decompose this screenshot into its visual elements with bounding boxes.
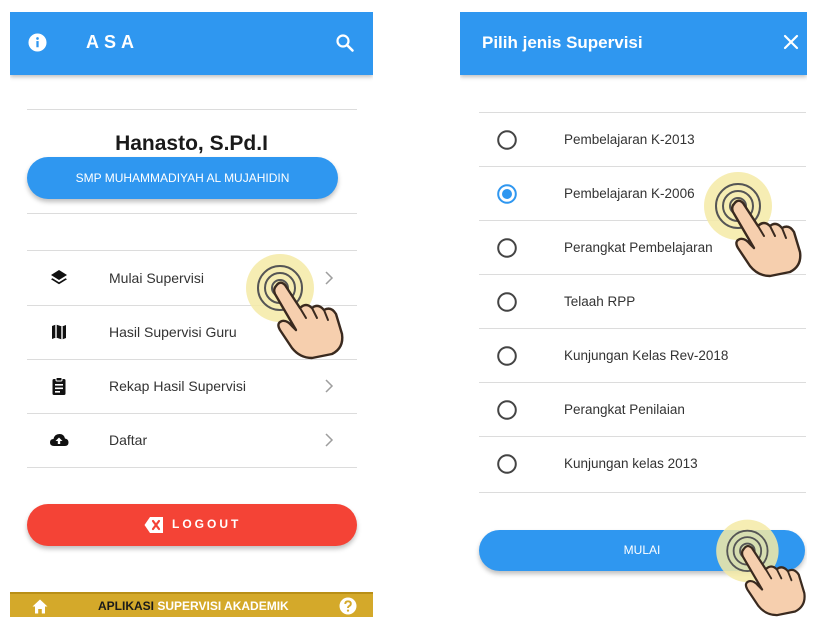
- footer-part2: SUPERVISI AKADEMIK: [157, 599, 289, 613]
- app-bar: ASA: [10, 12, 373, 75]
- backspace-x-icon: [144, 517, 163, 533]
- logout-button[interactable]: LOGOUT: [27, 504, 357, 546]
- menu-item-label: Rekap Hasil Supervisi: [109, 378, 246, 394]
- dialog-title: Pilih jenis Supervisi: [482, 33, 643, 52]
- radio-unselected-icon[interactable]: [497, 292, 517, 312]
- radio-option-label: Perangkat Penilaian: [564, 402, 685, 417]
- divider: [479, 492, 806, 493]
- footer-part1: APLIKASI: [98, 599, 155, 613]
- radio-option-label: Telaah RPP: [564, 294, 636, 309]
- search-icon[interactable]: [335, 33, 355, 53]
- chevron-right-icon: [325, 433, 334, 447]
- school-button[interactable]: SMP MUHAMMADIYAH AL MUJAHIDIN: [27, 157, 338, 199]
- close-icon[interactable]: [783, 34, 799, 50]
- home-icon[interactable]: [32, 599, 48, 614]
- cloud-upload-icon: [50, 434, 69, 446]
- radio-option-label: Pembelajaran K-2013: [564, 132, 695, 147]
- footer-text: APLIKASI SUPERVISI AKADEMIK: [98, 599, 289, 613]
- app-title: ASA: [86, 32, 140, 52]
- chevron-right-icon: [325, 271, 334, 285]
- radio-option-label: Perangkat Pembelajaran: [564, 240, 713, 255]
- help-icon[interactable]: [339, 597, 357, 615]
- clipboard-icon: [52, 377, 66, 395]
- user-name: Hanasto, S.Pd.I: [115, 132, 268, 155]
- radio-option[interactable]: Kunjungan Kelas Rev-2018: [479, 329, 806, 383]
- layers-icon: [51, 270, 67, 285]
- divider: [27, 213, 357, 214]
- menu-item-hasil-supervisi-guru[interactable]: Hasil Supervisi Guru: [27, 305, 357, 359]
- menu-item-label: Hasil Supervisi Guru: [109, 324, 237, 340]
- radio-option[interactable]: Perangkat Penilaian: [479, 383, 806, 437]
- radio-option[interactable]: Kunjungan kelas 2013: [479, 437, 806, 491]
- radio-selected-icon[interactable]: [497, 184, 517, 204]
- menu-item-daftar[interactable]: Daftar: [27, 413, 357, 467]
- radio-option-label: Kunjungan kelas 2013: [564, 456, 698, 471]
- radio-unselected-icon[interactable]: [497, 400, 517, 420]
- radio-option[interactable]: Telaah RPP: [479, 275, 806, 329]
- divider: [27, 109, 357, 110]
- main-menu-screen: ASA Hanasto, S.Pd.I SMP MUHAMMADIYAH AL …: [10, 12, 373, 617]
- radio-option-selected[interactable]: Pembelajaran K-2006: [479, 167, 806, 221]
- supervision-type-dialog: Pilih jenis Supervisi Pembelajaran K-201…: [460, 12, 807, 617]
- start-button[interactable]: MULAI: [479, 530, 805, 571]
- menu-item-label: Mulai Supervisi: [109, 270, 204, 286]
- radio-unselected-icon[interactable]: [497, 346, 517, 366]
- menu-item-rekap-hasil-supervisi[interactable]: Rekap Hasil Supervisi: [27, 359, 357, 413]
- bottom-bar: APLIKASI SUPERVISI AKADEMIK: [10, 592, 373, 617]
- radio-option-label: Kunjungan Kelas Rev-2018: [564, 348, 729, 363]
- map-icon: [52, 324, 66, 340]
- radio-unselected-icon[interactable]: [497, 238, 517, 258]
- radio-option[interactable]: Perangkat Pembelajaran: [479, 221, 806, 275]
- chevron-right-icon: [325, 325, 334, 339]
- radio-unselected-icon[interactable]: [497, 130, 517, 150]
- radio-unselected-icon[interactable]: [497, 454, 517, 474]
- radio-option[interactable]: Pembelajaran K-2013: [479, 113, 806, 167]
- info-icon[interactable]: [28, 33, 47, 52]
- menu-item-mulai-supervisi[interactable]: Mulai Supervisi: [27, 251, 357, 305]
- radio-option-label: Pembelajaran K-2006: [564, 186, 695, 201]
- menu-item-label: Daftar: [109, 432, 148, 448]
- chevron-right-icon: [325, 379, 334, 393]
- logout-label: LOGOUT: [172, 517, 242, 531]
- dialog-bar: Pilih jenis Supervisi: [460, 12, 807, 75]
- divider: [27, 467, 357, 468]
